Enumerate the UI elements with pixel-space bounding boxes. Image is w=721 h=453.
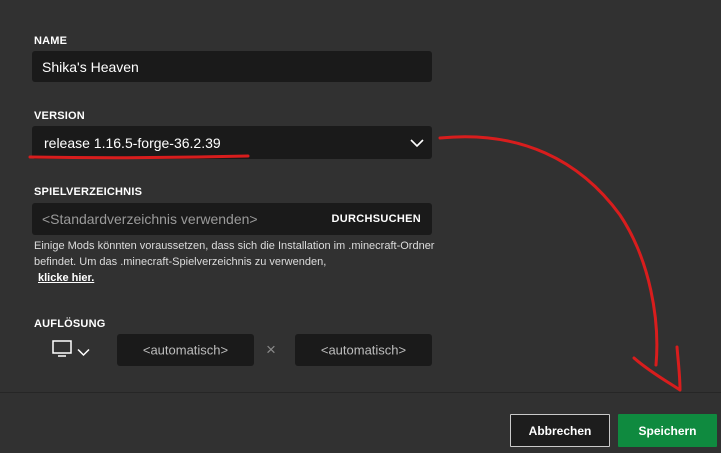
resolution-width-input[interactable]: <automatisch> — [117, 334, 254, 366]
resolution-height-placeholder: <automatisch> — [320, 342, 407, 358]
annotation-arrowhead — [632, 345, 682, 392]
name-input[interactable]: Shika's Heaven — [32, 51, 432, 82]
chevron-down-icon — [410, 135, 424, 151]
cancel-button[interactable]: Abbrechen — [510, 414, 610, 447]
version-label: VERSION — [34, 110, 85, 122]
version-select[interactable]: release 1.16.5-forge-36.2.39 — [32, 126, 432, 159]
game-dir-help: Einige Mods könnten voraussetzen, dass s… — [34, 238, 444, 286]
save-button[interactable]: Speichern — [618, 414, 717, 447]
resolution-width-placeholder: <automatisch> — [142, 342, 229, 358]
browse-button[interactable]: DURCHSUCHEN — [332, 213, 421, 225]
name-label: NAME — [34, 35, 68, 47]
chevron-down-icon — [77, 344, 90, 362]
game-dir-label: SPIELVERZEICHNIS — [34, 186, 143, 198]
game-dir-help-text: Einige Mods könnten voraussetzen, dass s… — [34, 240, 435, 268]
game-dir-placeholder: <Standardverzeichnis verwenden> — [42, 211, 258, 227]
monitor-icon — [52, 340, 72, 363]
game-dir-input[interactable]: <Standardverzeichnis verwenden> DURCHSUC… — [32, 203, 432, 235]
footer-divider — [0, 392, 721, 393]
annotation-arrow — [438, 135, 659, 367]
click-here-link[interactable]: klicke hier. — [34, 272, 94, 284]
resolution-preset-dropdown[interactable] — [52, 340, 94, 360]
resolution-separator: × — [266, 340, 276, 359]
resolution-height-input[interactable]: <automatisch> — [295, 334, 432, 366]
name-input-value: Shika's Heaven — [42, 58, 139, 75]
resolution-label: AUFLÖSUNG — [34, 318, 106, 330]
version-select-value: release 1.16.5-forge-36.2.39 — [44, 134, 221, 151]
